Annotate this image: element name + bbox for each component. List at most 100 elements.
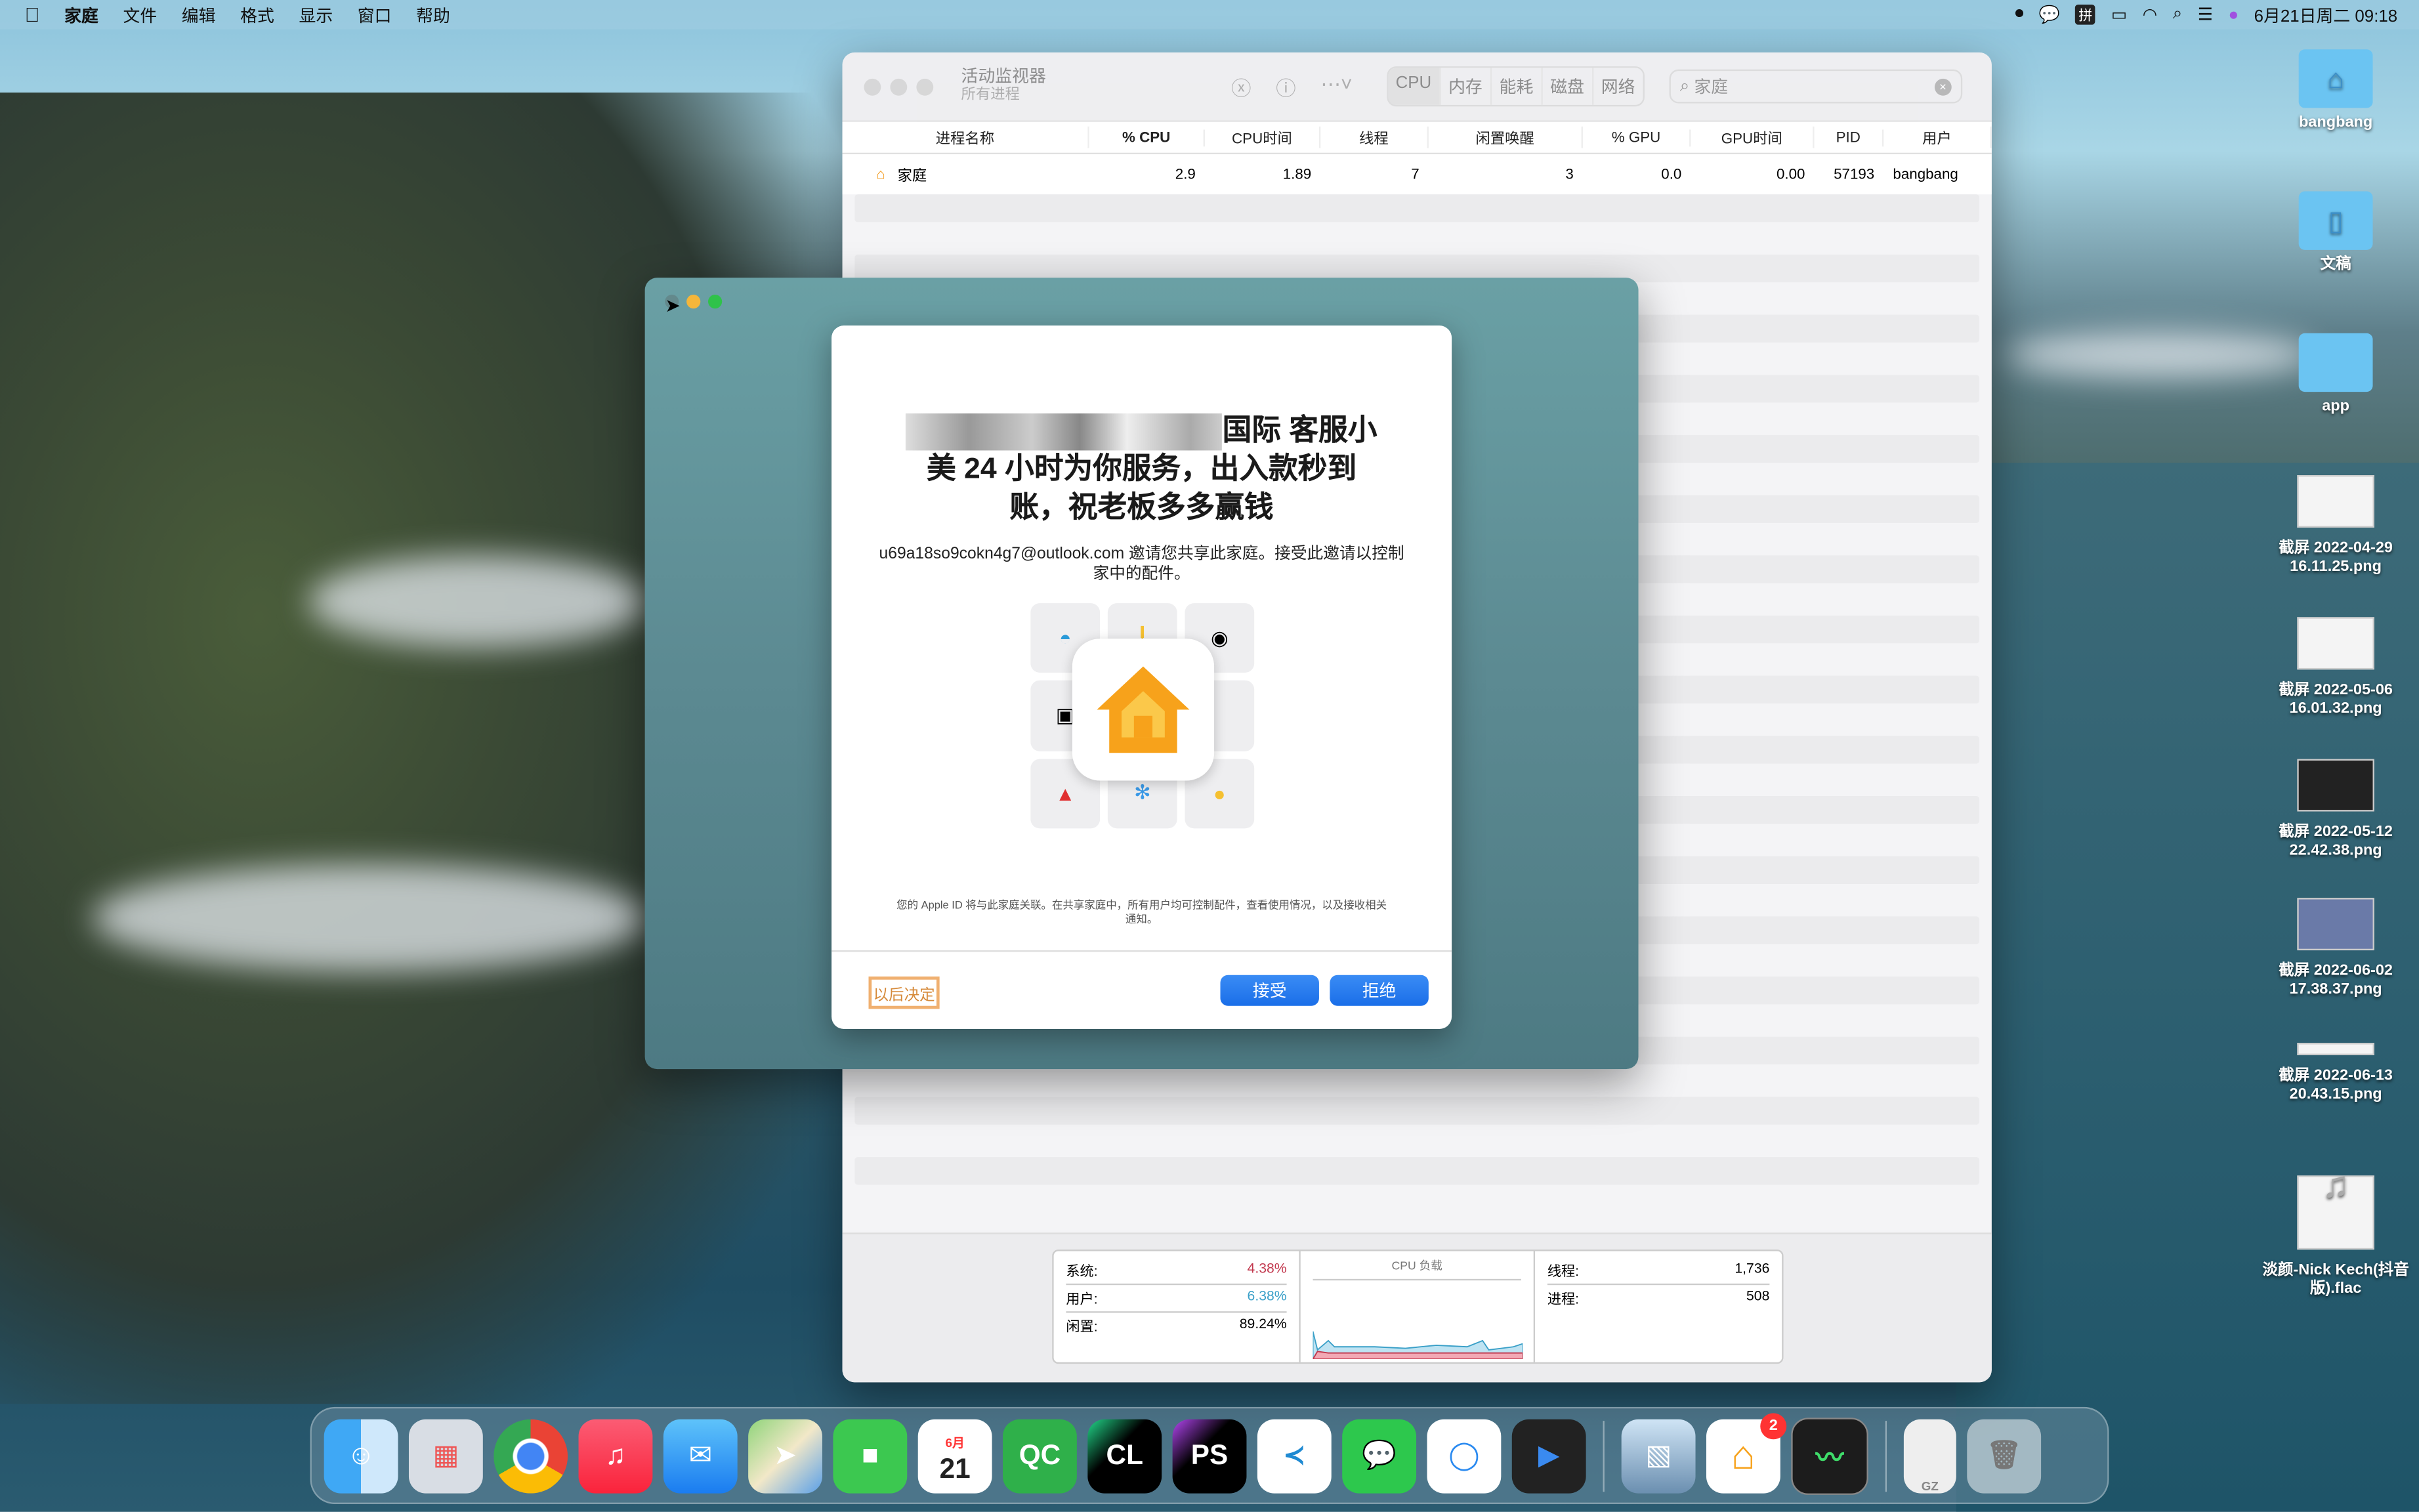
desktop-item[interactable]: ▯ 文稿 [2256,191,2416,274]
gz-archive-icon[interactable]: GZ [1903,1418,1956,1493]
cell-cpu-time: 1.89 [1282,165,1312,183]
phpstorm-icon[interactable]: PS [1172,1418,1247,1493]
menu-window[interactable]: 窗口 [358,3,392,28]
zoom-button[interactable] [916,77,934,95]
info-icon[interactable]: ⓘ [1276,72,1296,101]
wechat-icon[interactable]: 💬 [2039,5,2060,24]
minimize-button[interactable] [686,295,701,309]
infuse-icon[interactable]: ▶ [1511,1418,1586,1493]
clear-search-icon[interactable]: × [1934,77,1952,95]
dock: ☺ ▦ ♫ ✉ ➤ ■ 6月 21 QC CL PS ≺ 💬 ◯ ▶ ▧ ⌂ 2 〰… [310,1406,2109,1505]
finder-icon[interactable]: ☺ [324,1418,398,1493]
screenshot-thumbnail-icon [2297,759,2374,812]
processes-label: 进程: [1547,1291,1580,1307]
desktop-item-label: 截屏 2022-06-13 20.43.15.png [2279,1067,2393,1103]
tab-energy[interactable]: 能耗 [1492,68,1543,105]
qc-icon[interactable]: QC [1003,1418,1077,1493]
vscode-icon[interactable]: ≺ [1257,1418,1332,1493]
wifi-icon[interactable]: ◠ [2143,5,2158,24]
decide-later-button[interactable]: 以后决定 [868,976,940,1009]
accept-button[interactable]: 接受 [1220,975,1319,1006]
minimize-button[interactable] [890,77,908,95]
battery-icon[interactable]: ▭ [2111,5,2127,24]
pinyin-icon[interactable]: 拼 [2075,5,2096,25]
home-window: 国际 客服小美 24 小时为你服务，出入款秒到 账，祝老板多多赢钱 u69a18s… [644,278,1639,1070]
search-input[interactable]: ⌕ 家庭 × [1669,69,1962,104]
desktop-item-label: 截屏 2022-06-02 17.38.37.png [2279,962,2393,998]
folder-icon [2298,333,2373,392]
system-value: 4.38% [1247,1260,1287,1276]
col-cpu-time[interactable]: CPU时间 [1205,126,1321,148]
decline-button[interactable]: 拒绝 [1330,975,1429,1006]
processes-value: 508 [1746,1288,1770,1304]
clion-icon[interactable]: CL [1087,1418,1162,1493]
facetime-icon[interactable]: ■ [833,1418,908,1493]
desktop-item[interactable]: 截屏 2022-05-12 22.42.38.png [2256,759,2416,861]
mail-icon[interactable]: ✉ [663,1418,738,1493]
window-subtitle: 所有进程 [961,86,1020,104]
control-center-icon[interactable]: ☰ [2198,5,2213,24]
activity-monitor-icon[interactable]: 〰 [1791,1417,1868,1494]
cell-gpu-time: 0.00 [1776,165,1805,183]
menu-edit[interactable]: 编辑 [182,3,216,28]
dock-divider [1885,1419,1887,1492]
desktop-item[interactable]: ♫ 淡颜-Nick Kech(抖音版).flac [2256,1167,2416,1299]
cell-idle-wakeups: 3 [1565,165,1574,183]
col-pid[interactable]: PID [1815,129,1884,146]
col-idle-wakeups[interactable]: 闲置唤醒 [1429,126,1583,148]
record-icon[interactable]: ⏺ [2015,5,2023,25]
menu-format[interactable]: 格式 [240,3,274,28]
desktop-item-label: 截屏 2022-05-06 16.01.32.png [2279,682,2393,718]
search-value: 家庭 [1694,78,1729,98]
wechat-icon[interactable]: 💬 [1342,1418,1417,1493]
desktop-item[interactable]: 截屏 2022-06-13 20.43.15.png [2256,1043,2416,1104]
menu-help[interactable]: 帮助 [416,3,450,28]
col-gpu[interactable]: % GPU [1583,129,1691,146]
tab-cpu[interactable]: CPU [1387,68,1441,105]
maps-icon[interactable]: ➤ [748,1418,822,1493]
preview-icon[interactable]: ▧ [1621,1418,1696,1493]
col-threads[interactable]: 线程 [1320,126,1429,148]
table-row[interactable]: ⌂ 家庭 2.9 1.89 7 3 0.0 0.00 57193 bangbang [842,154,1992,195]
calendar-icon[interactable]: 6月 21 [917,1418,992,1493]
home-app-icon: ⌂ [876,165,885,183]
table-header: 进程名称 % CPU CPU时间 线程 闲置唤醒 % GPU GPU时间 PID… [842,121,1992,155]
user-label: 用户: [1066,1291,1098,1307]
siri-icon[interactable]: ● [2229,5,2239,24]
col-cpu[interactable]: % CPU [1089,129,1205,146]
col-user[interactable]: 用户 [1883,126,1992,148]
chat-app-icon[interactable]: ◯ [1427,1418,1502,1493]
search-icon: ⌕ [1679,76,1694,95]
clock[interactable]: 6月21日周二 09:18 [2254,3,2397,28]
apple-menu-icon[interactable]:  [25,3,40,26]
col-gpu-time[interactable]: GPU时间 [1691,126,1815,148]
desktop-item-label: bangbang [2298,114,2373,131]
desktop-item[interactable]: ⌂ bangbang [2256,49,2416,133]
more-options-icon[interactable]: ⋯˅ [1320,72,1352,101]
chrome-icon[interactable] [494,1418,568,1493]
desktop-item[interactable]: 截屏 2022-06-02 17.38.37.png [2256,898,2416,999]
launchpad-icon[interactable]: ▦ [408,1418,483,1493]
cpu-load-graph [1313,1331,1523,1360]
home-icon[interactable]: ⌂ 2 [1706,1412,1787,1493]
stop-process-icon[interactable]: ⓧ [1231,72,1252,101]
cell-user: bangbang [1893,165,1958,183]
desktop-item[interactable]: 截屏 2022-04-29 16.11.25.png [2256,475,2416,577]
home-invitation-dialog: 国际 客服小美 24 小时为你服务，出入款秒到 账，祝老板多多赢钱 u69a18s… [831,326,1452,1029]
desktop-item[interactable]: app [2256,333,2416,417]
search-icon[interactable]: ⌕ [2173,5,2183,25]
tab-disk[interactable]: 磁盘 [1542,68,1594,105]
music-icon[interactable]: ♫ [578,1418,653,1493]
col-process-name[interactable]: 进程名称 [843,126,1089,148]
empty-row [854,1157,1980,1185]
cell-gpu: 0.0 [1661,165,1682,183]
menu-file[interactable]: 文件 [123,3,157,28]
close-button[interactable] [864,77,881,95]
tab-network[interactable]: 网络 [1593,68,1643,104]
desktop-item[interactable]: 截屏 2022-05-06 16.01.32.png [2256,617,2416,719]
zoom-button[interactable] [708,295,723,309]
menu-app-name[interactable]: 家庭 [64,3,98,28]
tab-memory[interactable]: 内存 [1441,68,1492,105]
menu-view[interactable]: 显示 [299,3,333,28]
trash-icon[interactable]: 🗑 [1967,1418,2042,1493]
